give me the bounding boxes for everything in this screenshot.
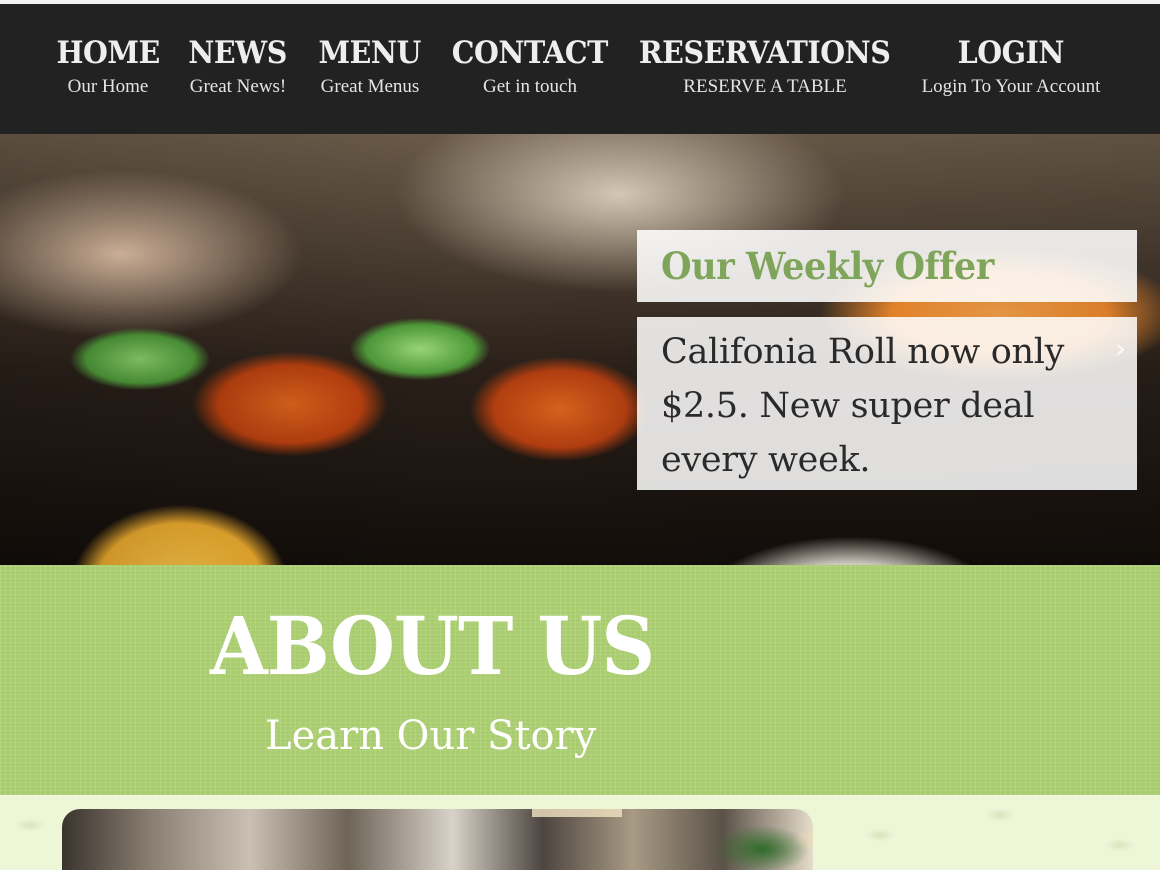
hero-banner: Our Weekly Offer Califonia Roll now only… xyxy=(0,134,1160,565)
nav-title-home: HOME xyxy=(56,35,160,71)
story-section xyxy=(0,795,1160,870)
nav-title-contact: CONTACT xyxy=(451,35,609,71)
nav-subtitle-contact: Get in touch xyxy=(483,76,577,97)
ceiling-lamp xyxy=(532,809,622,817)
about-subtitle: Learn Our Story xyxy=(265,713,597,759)
nav-item-home[interactable]: HOME Our Home xyxy=(54,34,162,98)
offer-description: Califonia Roll now only $2.5. New super … xyxy=(661,332,1065,480)
nav-item-news[interactable]: NEWS Great News! xyxy=(184,34,292,98)
nav-title-reservations: RESERVATIONS xyxy=(639,35,891,71)
nav-title-login: LOGIN xyxy=(957,35,1065,71)
nav-subtitle-home: Our Home xyxy=(67,76,149,97)
nav-subtitle-login: Login To Your Account xyxy=(921,76,1101,97)
main-navigation: HOME Our Home NEWS Great News! MENU Grea… xyxy=(0,4,1160,134)
offer-title: Our Weekly Offer xyxy=(661,244,994,288)
nav-subtitle-news: Great News! xyxy=(189,76,287,97)
nav-item-contact[interactable]: CONTACT Get in touch xyxy=(448,34,612,98)
nav-item-menu[interactable]: MENU Great Menus xyxy=(314,34,426,98)
slider-next-icon[interactable]: › xyxy=(1115,332,1126,365)
nav-title-menu: MENU xyxy=(318,35,422,71)
offer-title-box: Our Weekly Offer xyxy=(637,230,1137,302)
about-section: ABOUT US Learn Our Story xyxy=(0,565,1160,795)
nav-subtitle-reservations: RESERVE A TABLE xyxy=(683,76,847,97)
nav-item-login[interactable]: LOGIN Login To Your Account xyxy=(916,34,1106,98)
nav-title-news: NEWS xyxy=(188,35,288,71)
about-title: ABOUT US xyxy=(210,599,655,693)
nav-item-reservations[interactable]: RESERVATIONS RESERVE A TABLE xyxy=(634,34,896,98)
restaurant-interior-image xyxy=(62,809,813,870)
offer-body-box: Califonia Roll now only $2.5. New super … xyxy=(637,317,1137,490)
nav-subtitle-menu: Great Menus xyxy=(320,76,420,97)
